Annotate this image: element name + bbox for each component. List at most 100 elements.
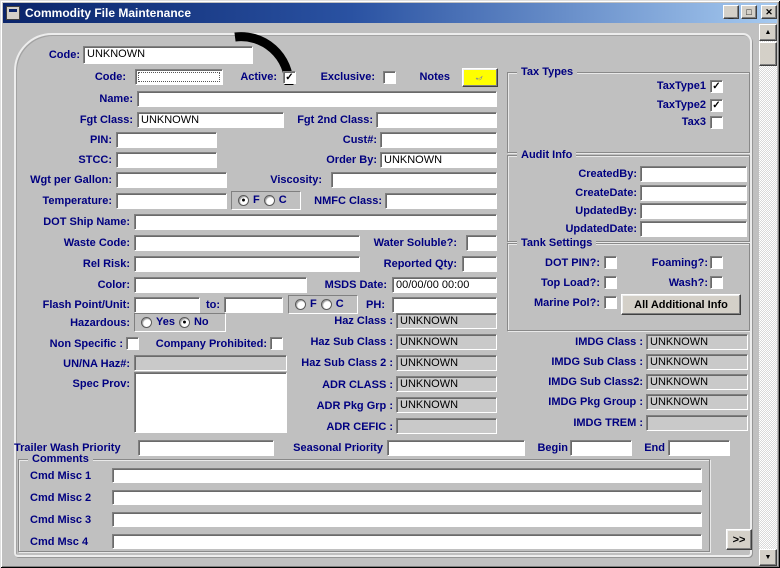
begin-field[interactable] <box>570 440 632 456</box>
name-field[interactable] <box>137 91 497 107</box>
create-date-label: CreateDate: <box>575 187 637 200</box>
code-label: Code: <box>95 71 126 84</box>
taxtype1-checkbox[interactable]: ✓ <box>710 80 723 93</box>
wash-checkbox[interactable] <box>710 276 723 289</box>
imdg-sub-class2-label: IMDG Sub Class2: <box>548 376 643 389</box>
cmd-misc-1-field[interactable] <box>112 468 702 483</box>
all-additional-info-button[interactable]: All Additional Info <box>621 294 741 315</box>
dot-pin-checkbox[interactable] <box>604 256 617 269</box>
minimize-icon: _ <box>728 11 733 20</box>
rel-risk-field[interactable] <box>134 256 360 272</box>
flash-point-to-field[interactable] <box>224 297 283 313</box>
ph-field[interactable] <box>392 297 497 313</box>
nmfc-class-field[interactable] <box>385 193 497 209</box>
app-icon <box>6 6 20 20</box>
exclusive-checkbox[interactable] <box>383 71 396 84</box>
notes-button[interactable]: ♪ <box>462 68 498 87</box>
hazardous-no-label: No <box>194 316 209 329</box>
hazardous-yes-label: Yes <box>156 316 175 329</box>
hazardous-yes-radio[interactable] <box>141 317 152 328</box>
imdg-sub-class-label: IMDG Sub Class : <box>551 356 643 369</box>
created-by-field[interactable] <box>640 166 747 182</box>
header-code-field[interactable]: UNKNOWN <box>83 46 253 64</box>
end-field[interactable] <box>668 440 730 456</box>
maximize-button[interactable]: □ <box>741 5 757 19</box>
nmfc-class-label: NMFC Class: <box>314 195 382 208</box>
cmd-msc-4-label: Cmd Msc 4 <box>30 536 88 549</box>
water-soluble-field[interactable] <box>466 235 497 251</box>
pin-label: PIN: <box>90 134 112 147</box>
flash-c-radio[interactable] <box>321 299 332 310</box>
note-icon: ♪ <box>473 71 487 84</box>
cust-field[interactable] <box>380 132 497 148</box>
updated-date-field[interactable] <box>640 221 747 237</box>
top-load-checkbox[interactable] <box>604 276 617 289</box>
hazardous-radio-group: Yes ● No <box>134 313 226 332</box>
cmd-misc-1-label: Cmd Misc 1 <box>30 470 91 483</box>
fgt-2nd-class-field[interactable] <box>376 112 497 128</box>
msds-date-field[interactable]: 00/00/00 00:00 <box>392 277 497 293</box>
close-button[interactable]: ✕ <box>761 5 777 19</box>
non-specific-checkbox[interactable] <box>126 337 139 350</box>
imdg-pkg-group-field: UNKNOWN <box>646 394 748 410</box>
un-na-haz-label: UN/NA Haz#: <box>63 358 130 371</box>
flash-point-from-field[interactable] <box>134 297 200 313</box>
active-checkbox[interactable]: ✓ <box>283 71 296 84</box>
flash-point-to-label: to: <box>206 299 220 312</box>
updated-by-field[interactable] <box>640 203 747 219</box>
reported-qty-field[interactable] <box>462 256 497 272</box>
temp-f-radio[interactable]: ● <box>238 195 249 206</box>
color-field[interactable] <box>134 277 307 293</box>
exclusive-label: Exclusive: <box>321 71 375 84</box>
temperature-field[interactable] <box>116 193 227 209</box>
end-label: End <box>644 442 665 455</box>
seasonal-priority-field[interactable] <box>387 440 525 456</box>
updated-by-label: UpdatedBy: <box>575 205 637 218</box>
water-soluble-label: Water Soluble?: <box>374 237 457 250</box>
radio-dot-icon: ● <box>180 318 189 327</box>
cmd-misc-2-field[interactable] <box>112 490 702 505</box>
cmd-msc-4-field[interactable] <box>112 534 702 549</box>
spec-prov-field[interactable] <box>134 372 287 433</box>
cmd-misc-3-field[interactable] <box>112 512 702 527</box>
commodity-file-maintenance-window: Commodity File Maintenance _ □ ✕ Code: U… <box>0 0 780 568</box>
dot-ship-name-field[interactable] <box>134 214 497 230</box>
flash-f-radio[interactable] <box>295 299 306 310</box>
temp-c-radio[interactable] <box>264 195 275 206</box>
minimize-button[interactable]: _ <box>723 5 739 19</box>
un-na-haz-field[interactable] <box>134 355 287 371</box>
wgt-per-gallon-field[interactable] <box>116 172 227 188</box>
imdg-class-label: IMDG Class : <box>575 336 643 349</box>
reported-qty-label: Reported Qty: <box>384 258 457 271</box>
scrollbar-thumb[interactable] <box>759 42 777 66</box>
viscosity-field[interactable] <box>331 172 497 188</box>
order-by-field[interactable]: UNKNOWN <box>380 152 497 168</box>
company-prohibited-checkbox[interactable] <box>270 337 283 350</box>
pin-field[interactable] <box>116 132 217 148</box>
cust-label: Cust#: <box>343 134 377 147</box>
scroll-down-button[interactable]: ▼ <box>759 549 777 566</box>
imdg-sub-class2-field: UNKNOWN <box>646 374 748 390</box>
fgt-class-field[interactable]: UNKNOWN <box>137 112 284 128</box>
foaming-checkbox[interactable] <box>710 256 723 269</box>
tax3-checkbox[interactable] <box>710 116 723 129</box>
begin-label: Begin <box>537 442 568 455</box>
stcc-field[interactable] <box>116 152 217 168</box>
scroll-up-button[interactable]: ▲ <box>759 24 777 41</box>
create-date-field[interactable] <box>640 185 747 201</box>
marine-pol-checkbox[interactable] <box>604 296 617 309</box>
check-icon: ✓ <box>711 100 722 111</box>
hazardous-no-radio[interactable]: ● <box>179 317 190 328</box>
cmd-misc-3-label: Cmd Misc 3 <box>30 514 91 527</box>
vertical-scrollbar[interactable]: ▲ ▼ <box>759 24 777 566</box>
trailer-wash-priority-field[interactable] <box>138 440 274 456</box>
tax3-label: Tax3 <box>682 116 706 129</box>
audit-info-title: Audit Info <box>517 149 576 162</box>
more-button[interactable]: >> <box>726 529 752 550</box>
waste-code-field[interactable] <box>134 235 360 251</box>
taxtype2-checkbox[interactable]: ✓ <box>710 99 723 112</box>
code-field[interactable] <box>135 69 223 85</box>
check-icon: ✓ <box>711 81 722 92</box>
name-label: Name: <box>99 93 133 106</box>
taxtype2-label: TaxType2 <box>657 99 706 112</box>
